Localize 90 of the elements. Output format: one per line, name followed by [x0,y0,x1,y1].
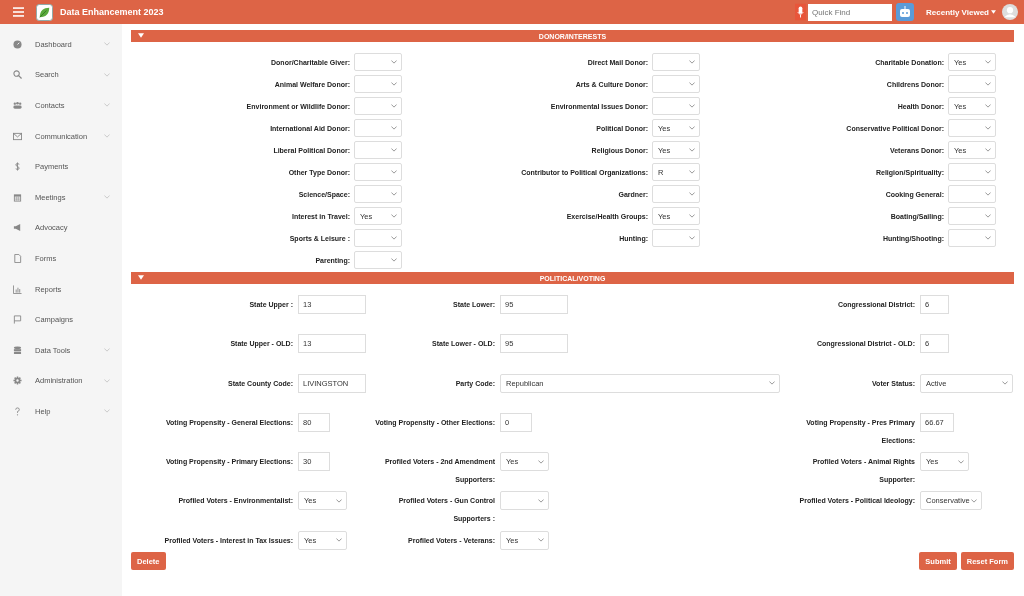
dropdown[interactable] [948,119,996,137]
chevron-icon [985,60,991,64]
chevron-icon [689,148,695,152]
chevron-icon [391,170,397,174]
dropdown[interactable] [354,141,402,159]
chevron-icon [985,104,991,108]
chevron-icon [689,192,695,196]
chevron-icon [689,236,695,240]
chevron-icon [391,192,397,196]
chevron-icon [689,104,695,108]
dropdown[interactable] [354,97,402,115]
dropdown[interactable] [354,119,402,137]
chevron-icon [104,348,110,353]
chevron-icon [769,381,775,386]
people-icon [13,101,22,110]
chevron-icon [538,499,544,503]
chevron-icon [689,82,695,86]
chevron-icon [336,499,342,503]
dropdown[interactable] [652,97,700,115]
dropdown[interactable] [652,229,700,247]
bar-chart-icon [13,284,22,294]
microphone-icon[interactable] [795,3,806,21]
chevron-icon [958,459,964,464]
chevron-icon [985,214,991,218]
dropdown[interactable] [948,185,996,203]
dropdown[interactable] [948,75,996,93]
megaphone-icon [13,223,22,233]
chevron-icon [985,170,991,174]
robot-icon[interactable] [896,3,914,21]
envelope-icon [13,131,22,141]
chevron-icon [689,126,695,130]
chevron-icon [104,409,110,414]
collapse-caret-icon[interactable] [138,33,144,38]
chevron-icon [104,195,110,200]
flag-icon [13,315,22,325]
chevron-icon [538,459,544,464]
chevron-icon [391,258,397,262]
chevron-icon [689,60,695,64]
dropdown[interactable] [354,229,402,247]
dropdown[interactable] [652,185,700,203]
help-icon [13,406,22,416]
chevron-icon [689,170,695,174]
chevron-icon [985,236,991,240]
menu-icon[interactable] [13,7,24,17]
chevron-icon [391,236,397,240]
dropdown[interactable] [354,163,402,181]
database-icon [13,345,22,355]
chevron-icon [391,126,397,130]
chevron-icon [985,192,991,196]
chevron-icon [104,378,110,383]
dropdown[interactable] [948,229,996,247]
chevron-icon [391,60,397,64]
dropdown[interactable] [948,207,996,225]
chevron-icon [336,538,342,543]
collapse-caret-icon[interactable] [138,275,144,280]
recently-viewed-menu[interactable]: Recently Viewed [926,7,996,17]
chevron-icon [104,103,110,108]
dropdown[interactable] [652,75,700,93]
dropdown[interactable] [948,163,996,181]
chevron-icon [391,82,397,86]
chevron-icon [985,82,991,86]
dropdown[interactable] [652,53,700,71]
document-icon [13,253,22,263]
calendar-icon [13,192,22,202]
dropdown[interactable] [354,53,402,71]
dropdown[interactable] [354,185,402,203]
settings-icon [13,376,22,386]
chevron-icon [104,134,110,139]
chevron-icon [104,72,110,77]
chevron-icon [104,42,110,47]
chevron-icon [391,214,397,218]
chevron-icon [985,126,991,130]
chevron-icon [391,104,397,108]
chevron-icon [689,214,695,218]
dropdown[interactable] [500,491,549,511]
dropdown[interactable] [354,251,402,269]
chevron-icon [971,499,977,503]
chevron-icon [985,148,991,152]
chevron-icon [538,538,544,543]
search-icon [13,70,22,80]
leaf-logo-icon [36,3,53,21]
quick-find-field[interactable]: Quick Find [808,3,892,21]
dollar-icon [13,162,22,172]
chevron-icon [391,148,397,152]
dropdown[interactable] [354,75,402,93]
caret-icon [991,10,996,14]
chevron-icon [1002,381,1008,386]
gauge-icon [13,39,22,49]
avatar-icon[interactable] [1002,4,1018,20]
app-title: Data Enhancement 2023 [60,7,164,17]
